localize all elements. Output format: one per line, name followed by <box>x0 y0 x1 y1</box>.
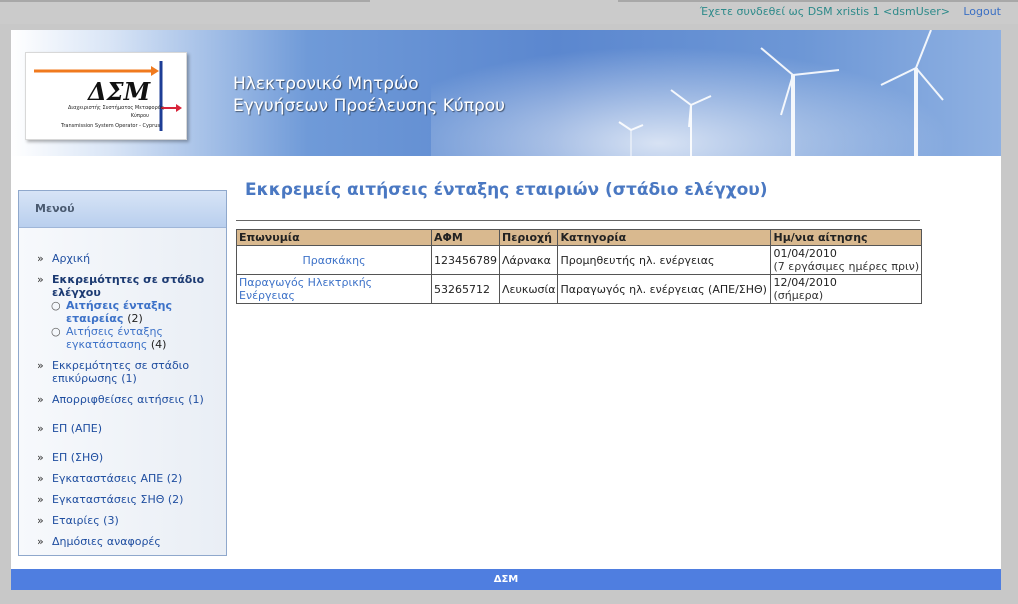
column-header-region[interactable]: Περιοχή <box>498 229 559 246</box>
column-header-date[interactable]: Ημ/νια αίτησης <box>770 229 923 246</box>
applications-table: Επωνυμία ΑΦΜ Περιοχή Κατηγορία Ημ/νια αί… <box>236 229 923 304</box>
date-note: (σήμερα) <box>773 289 824 302</box>
wind-turbines-image <box>618 30 944 156</box>
subitem-count: (2) <box>127 312 143 325</box>
chevron-right-icon: » <box>37 273 44 286</box>
column-header-afm[interactable]: ΑΦΜ <box>431 229 500 246</box>
top-divider <box>618 0 1018 2</box>
sidebar-menu: Μενού » Αρχική » Εκκρεμότητες σε στάδιο … <box>18 190 227 556</box>
subitem-text[interactable]: Αιτήσεις ένταξης εγκατάστασης <box>66 325 163 351</box>
page-title: Εκκρεμείς αιτήσεις ένταξης εταιριών (στά… <box>245 180 768 200</box>
bullet-icon: ○ <box>51 299 61 312</box>
category-cell: Προμηθευτής ηλ. ενέργειας <box>557 245 772 275</box>
chevron-right-icon: » <box>37 514 44 527</box>
afm-cell: 53265712 <box>431 274 500 304</box>
category-cell: Παραγωγός ηλ. ενέργειας (ΑΠΕ/ΣΗΘ) <box>557 274 772 304</box>
top-bar: Έχετε συνδεθεί ως DSM xristis 1 <dsmUser… <box>0 0 1018 24</box>
sidebar-item-label[interactable]: Εκκρεμότητες σε στάδιο ελέγχου <box>52 273 212 299</box>
sidebar-item-label[interactable]: Εγκαταστάσεις ΣΗΘ (2) <box>52 493 183 506</box>
sidebar-item-label[interactable]: Εταιρίες (3) <box>52 514 119 527</box>
bullet-icon: ○ <box>51 325 61 338</box>
sidebar-item-label[interactable]: Δημόσιες αναφορές <box>52 535 161 548</box>
date-cell: 12/04/2010 (σήμερα) <box>770 274 923 304</box>
date-value: 01/04/2010 <box>773 247 837 260</box>
sidebar-item-label[interactable]: Αρχική <box>52 252 90 265</box>
company-name-link[interactable]: Πρασκάκης <box>236 245 432 275</box>
chevron-right-icon: » <box>37 393 44 406</box>
afm-cell: 123456789 <box>431 245 500 275</box>
sidebar-subitem-label[interactable]: Αιτήσεις ένταξης εγκατάστασης (4) <box>66 325 206 351</box>
chevron-right-icon: » <box>37 493 44 506</box>
chevron-right-icon: » <box>37 535 44 548</box>
sidebar-item-label[interactable]: Απορριφθείσες αιτήσεις (1) <box>52 393 222 406</box>
logo-abbreviation: ΔΣΜ <box>88 77 151 106</box>
sidebar-item-label[interactable]: ΕΠ (ΣΗΘ) <box>52 451 103 464</box>
region-cell: Λάρνακα <box>498 245 559 275</box>
company-logo: ΔΣΜ Διαχειριστής Συστήματος Μεταφοράς Κύ… <box>25 52 187 140</box>
footer: ΔΣΜ <box>11 569 1001 590</box>
site-subtitle: Εγγυήσεων Προέλευσης Κύπρου <box>233 96 505 116</box>
menu-header: Μενού <box>19 191 226 228</box>
date-cell: 01/04/2010 (7 εργάσιμες ημέρες πριν) <box>770 245 923 275</box>
date-value: 12/04/2010 <box>773 276 837 289</box>
logo-tagline-en: Transmission System Operator - Cyprus <box>61 123 160 129</box>
company-name-link[interactable]: Παραγωγός Ηλεκτρικής Ενέργειας <box>236 274 432 304</box>
chevron-right-icon: » <box>37 472 44 485</box>
table-row: Παραγωγός Ηλεκτρικής Ενέργειας 53265712 … <box>236 274 923 304</box>
sidebar-item-label[interactable]: Εκκρεμότητες σε στάδιο επικύρωσης (1) <box>52 359 212 385</box>
sidebar-subitem-label[interactable]: Αιτήσεις ένταξης εταιρείας (2) <box>66 299 206 325</box>
date-note: (7 εργάσιμες ημέρες πριν) <box>773 260 920 273</box>
column-header-category[interactable]: Κατηγορία <box>557 229 772 246</box>
login-info: Έχετε συνδεθεί ως DSM xristis 1 <dsmUser… <box>699 5 950 18</box>
logo-tagline: Κύπρου <box>130 113 149 119</box>
header-banner: ΔΣΜ Διαχειριστής Συστήματος Μεταφοράς Κύ… <box>11 30 1001 156</box>
region-cell: Λευκωσία <box>498 274 559 304</box>
chevron-right-icon: » <box>37 359 44 372</box>
logo-tagline: Διαχειριστής Συστήματος Μεταφοράς <box>68 105 164 111</box>
top-divider <box>0 0 370 2</box>
subitem-count: (4) <box>150 338 167 351</box>
chevron-right-icon: » <box>37 252 44 265</box>
table-row: Πρασκάκης 123456789 Λάρνακα Προμηθευτής … <box>236 245 923 275</box>
title-divider <box>236 220 920 221</box>
sidebar-item-label[interactable]: ΕΠ (ΑΠΕ) <box>52 422 102 435</box>
site-title: Ηλεκτρονικό Μητρώο <box>233 74 419 94</box>
subitem-text[interactable]: Αιτήσεις ένταξης εταιρείας <box>66 299 172 325</box>
column-header-name[interactable]: Επωνυμία <box>236 229 432 246</box>
sidebar-item-label[interactable]: Εγκαταστάσεις ΑΠΕ (2) <box>52 472 182 485</box>
chevron-right-icon: » <box>37 451 44 464</box>
table-header-row: Επωνυμία ΑΦΜ Περιοχή Κατηγορία Ημ/νια αί… <box>236 229 923 246</box>
chevron-right-icon: » <box>37 422 44 435</box>
logout-link[interactable]: Logout <box>963 5 1001 18</box>
